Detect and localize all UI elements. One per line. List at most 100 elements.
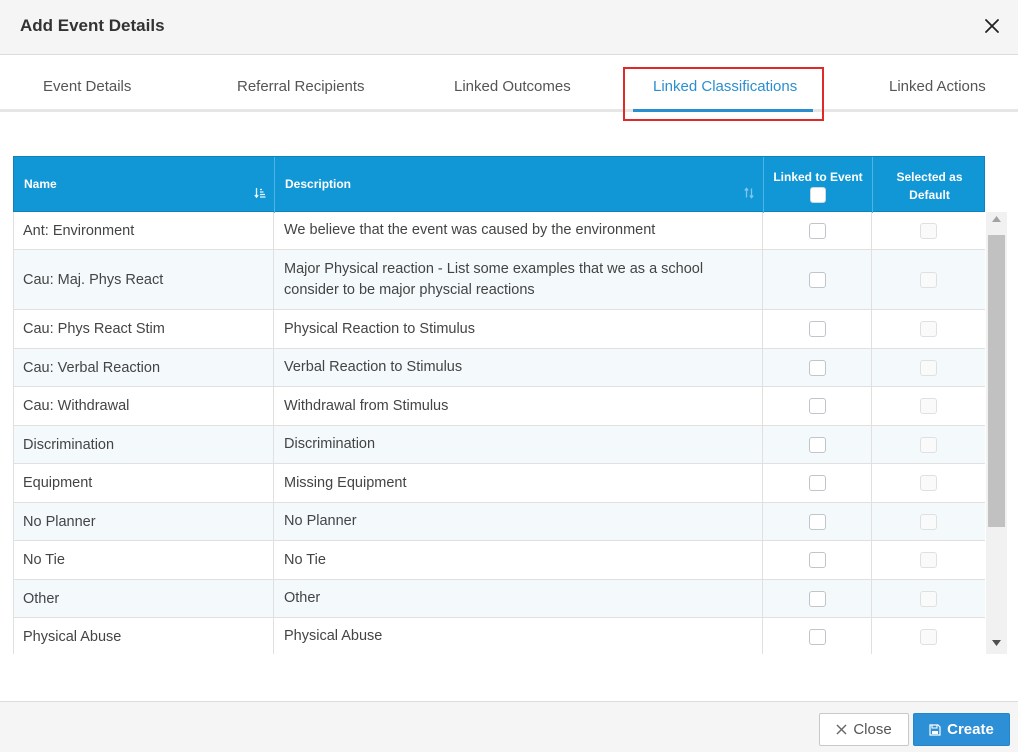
- cell-default: [872, 250, 985, 309]
- linked-checkbox[interactable]: [808, 552, 826, 568]
- table-row: No Planner No Planner: [13, 503, 985, 541]
- cell-description: Physical Reaction to Stimulus: [274, 310, 763, 348]
- close-icon: [836, 724, 847, 735]
- close-button-label: Close: [853, 721, 892, 738]
- cell-default: [872, 426, 985, 463]
- table-header: Name Description Linked to Event Selecte…: [13, 156, 986, 213]
- scroll-up-arrow-icon[interactable]: [986, 214, 1007, 228]
- column-header-name[interactable]: Name: [14, 157, 275, 213]
- cell-description: Missing Equipment: [274, 464, 763, 502]
- cell-description: Other: [274, 580, 763, 617]
- tab-referral-recipients[interactable]: Referral Recipients: [237, 78, 365, 95]
- default-checkbox: [920, 590, 937, 607]
- close-icon[interactable]: [982, 16, 1002, 36]
- table-row: Cau: Verbal Reaction Verbal Reaction to …: [13, 349, 985, 387]
- default-checkbox: [920, 271, 937, 288]
- column-header-name-label: Name: [24, 177, 57, 191]
- cell-description: Withdrawal from Stimulus: [274, 387, 763, 425]
- default-checkbox: [920, 359, 937, 376]
- linked-checkbox[interactable]: [808, 271, 826, 288]
- cell-name: Physical Abuse: [14, 618, 274, 654]
- table-row: Cau: Phys React Stim Physical Reaction t…: [13, 310, 985, 349]
- cell-description: No Planner: [274, 503, 763, 540]
- cell-linked: [763, 580, 872, 617]
- default-checkbox: [920, 513, 937, 530]
- cell-name: Other: [14, 580, 274, 617]
- scroll-down-arrow-icon[interactable]: [986, 638, 1007, 652]
- column-header-description-label: Description: [285, 177, 352, 191]
- cell-default: [872, 310, 985, 348]
- cell-linked: [763, 426, 872, 463]
- table-row: Cau: Withdrawal Withdrawal from Stimulus: [13, 387, 985, 426]
- dialog-footer: Close Create: [0, 701, 1018, 752]
- default-checkbox: [920, 552, 937, 568]
- linked-checkbox[interactable]: [808, 398, 826, 414]
- cell-name: Cau: Withdrawal: [14, 387, 274, 425]
- cell-linked: [763, 503, 872, 540]
- linked-checkbox[interactable]: [808, 590, 826, 607]
- sort-ascending-icon[interactable]: [254, 187, 266, 199]
- table-row: No Tie No Tie: [13, 541, 985, 580]
- linked-checkbox[interactable]: [808, 359, 826, 376]
- create-button[interactable]: Create: [913, 713, 1010, 746]
- create-button-label: Create: [947, 721, 994, 738]
- default-checkbox: [920, 222, 937, 239]
- tab-bar: Event Details Referral Recipients Linked…: [0, 56, 1018, 121]
- classifications-table: Name Description Linked to Event Selecte…: [13, 156, 1007, 654]
- cell-name: Cau: Verbal Reaction: [14, 349, 274, 386]
- table-row: Physical Abuse Physical Abuse: [13, 618, 985, 654]
- cell-linked: [763, 464, 872, 502]
- column-header-description[interactable]: Description: [275, 157, 764, 213]
- default-checkbox: [920, 436, 937, 453]
- cell-default: [872, 618, 985, 654]
- cell-name: Cau: Phys React Stim: [14, 310, 274, 348]
- cell-description: Verbal Reaction to Stimulus: [274, 349, 763, 386]
- cell-default: [872, 541, 985, 579]
- linked-checkbox[interactable]: [808, 222, 826, 239]
- sort-both-icon[interactable]: [743, 187, 755, 199]
- cell-default: [872, 349, 985, 386]
- table-row: Cau: Maj. Phys React Major Physical reac…: [13, 250, 985, 310]
- cell-name: No Planner: [14, 503, 274, 540]
- cell-linked: [763, 250, 872, 309]
- linked-checkbox[interactable]: [808, 628, 826, 645]
- linked-checkbox[interactable]: [808, 321, 826, 337]
- cell-default: [872, 503, 985, 540]
- tab-linked-outcomes[interactable]: Linked Outcomes: [454, 78, 571, 95]
- dialog-title: Add Event Details: [20, 16, 165, 35]
- cell-default: [872, 580, 985, 617]
- cell-default: [872, 464, 985, 502]
- cell-linked: [763, 618, 872, 654]
- dialog-header: Add Event Details: [0, 0, 1018, 55]
- tab-highlight-box: [623, 67, 824, 121]
- save-icon: [929, 723, 941, 736]
- table-row: Equipment Missing Equipment: [13, 464, 985, 503]
- table-row: Other Other: [13, 580, 985, 618]
- select-all-checkbox[interactable]: [810, 187, 826, 203]
- default-checkbox: [920, 475, 937, 491]
- column-header-linked: Linked to Event: [764, 157, 873, 213]
- cell-linked: [763, 541, 872, 579]
- cell-description: Physical Abuse: [274, 618, 763, 654]
- cell-name: Discrimination: [14, 426, 274, 463]
- cell-description: We believe that the event was caused by …: [274, 212, 763, 249]
- default-checkbox: [920, 398, 937, 414]
- linked-checkbox[interactable]: [808, 513, 826, 530]
- scrollbar-thumb[interactable]: [988, 235, 1005, 527]
- table-scrollbar[interactable]: [986, 212, 1007, 654]
- tab-linked-actions[interactable]: Linked Actions: [889, 78, 986, 95]
- cell-linked: [763, 310, 872, 348]
- column-header-default-line2: Default: [909, 188, 950, 202]
- column-header-default: Selected as Default: [873, 157, 986, 213]
- column-header-linked-label: Linked to Event: [773, 170, 863, 184]
- close-button[interactable]: Close: [819, 713, 909, 746]
- table-row: Discrimination Discrimination: [13, 426, 985, 464]
- linked-checkbox[interactable]: [808, 475, 826, 491]
- cell-name: Equipment: [14, 464, 274, 502]
- cell-linked: [763, 387, 872, 425]
- column-header-default-label: Selected as Default: [873, 157, 986, 204]
- linked-checkbox[interactable]: [808, 436, 826, 453]
- cell-description: Major Physical reaction - List some exam…: [274, 250, 763, 309]
- tab-event-details[interactable]: Event Details: [43, 78, 131, 95]
- cell-description: No Tie: [274, 541, 763, 579]
